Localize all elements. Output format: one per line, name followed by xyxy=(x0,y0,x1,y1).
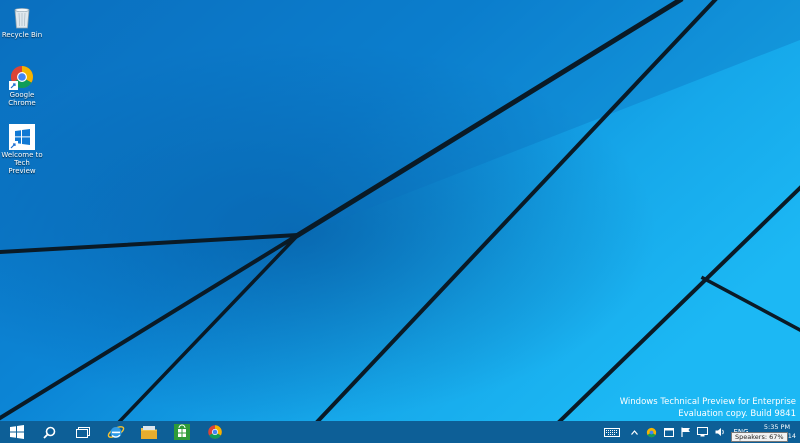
flag-icon xyxy=(680,427,690,437)
taskbar-chrome[interactable] xyxy=(198,421,231,443)
network-button[interactable] xyxy=(694,421,711,443)
tray-app-button[interactable] xyxy=(660,421,677,443)
desktop-icon-label: Google Chrome xyxy=(8,91,36,107)
task-view-icon xyxy=(75,426,90,438)
desktop-wallpaper xyxy=(0,0,800,421)
watermark-line-1: Windows Technical Preview for Enterprise xyxy=(619,397,796,407)
windows-logo-icon xyxy=(9,425,24,439)
volume-button[interactable] xyxy=(711,421,728,443)
desktop-icon-label: Welcome to Tech Preview xyxy=(1,151,43,175)
clock-time: 5:35 PM xyxy=(763,423,791,431)
desktop-icon-label: Recycle Bin xyxy=(1,31,43,39)
taskbar-store[interactable] xyxy=(165,421,198,443)
volume-tooltip: Speakers: 67% xyxy=(731,432,788,442)
network-icon xyxy=(697,427,708,437)
recycle-bin-icon xyxy=(9,4,35,30)
taskbar-internet-explorer[interactable] xyxy=(99,421,132,443)
store-icon xyxy=(173,424,190,440)
desktop-icon-recycle-bin[interactable]: Recycle Bin xyxy=(0,4,44,39)
build-watermark: Windows Technical Preview for Enterprise… xyxy=(620,396,796,420)
desktop-icon-google-chrome[interactable]: Google Chrome xyxy=(0,64,44,107)
chrome-icon xyxy=(9,64,35,90)
action-center-button[interactable] xyxy=(677,421,694,443)
start-button[interactable] xyxy=(0,421,33,443)
search-icon xyxy=(43,426,56,439)
taskbar: ENG 5:35 PM 2014 xyxy=(0,421,800,443)
internet-explorer-icon xyxy=(107,426,124,438)
speaker-icon xyxy=(715,428,724,436)
keyboard-icon xyxy=(604,427,620,437)
desktop-icon-welcome-tech-preview[interactable]: Welcome to Tech Preview xyxy=(0,124,44,175)
app-window-icon xyxy=(663,427,674,437)
search-button[interactable] xyxy=(33,421,66,443)
show-hidden-icons-button[interactable] xyxy=(626,421,643,443)
folder-icon xyxy=(140,425,157,439)
chrome-icon xyxy=(646,427,657,437)
chevron-up-icon xyxy=(631,429,638,435)
touch-keyboard-button[interactable] xyxy=(598,421,626,443)
watermark-line-2: Evaluation copy. Build 9841 xyxy=(678,409,796,419)
tray-chrome-button[interactable] xyxy=(643,421,660,443)
chrome-icon xyxy=(207,425,222,439)
taskbar-file-explorer[interactable] xyxy=(132,421,165,443)
windows-logo-icon xyxy=(9,124,35,150)
task-view-button[interactable] xyxy=(66,421,99,443)
